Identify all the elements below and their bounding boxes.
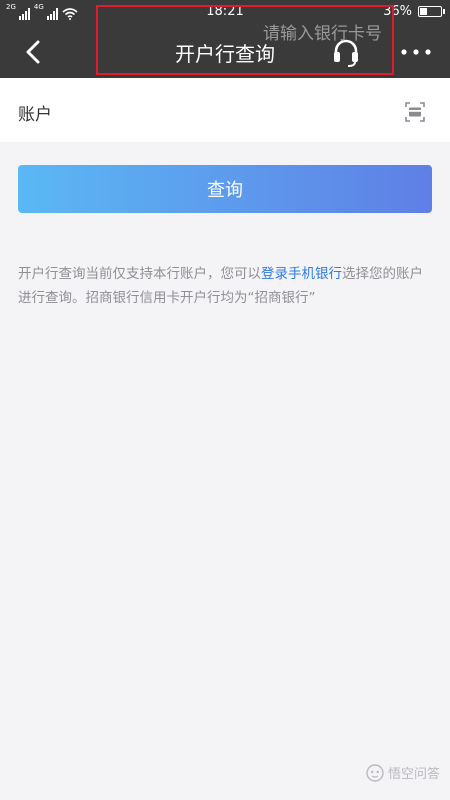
account-number-input[interactable] xyxy=(96,5,394,75)
query-button[interactable]: 查询 xyxy=(18,165,432,213)
login-mobile-banking-link[interactable]: 登录手机银行 xyxy=(261,266,342,282)
more-dots-icon[interactable] xyxy=(398,36,434,68)
note-text-before: 开户行查询当前仅支持本行账户，您可以 xyxy=(18,266,261,282)
battery-icon xyxy=(418,6,445,17)
wukong-logo-icon xyxy=(366,763,384,782)
watermark-text: 悟空问答 xyxy=(387,767,440,782)
info-note: 开户行查询当前仅支持本行账户，您可以登录手机银行选择您的账户进行查询。招商银行信… xyxy=(18,262,432,310)
account-row: 账户 xyxy=(0,78,450,142)
card-scan-icon[interactable] xyxy=(404,101,426,123)
watermark: 悟空问答 xyxy=(366,763,440,782)
account-label: 账户 xyxy=(18,105,52,125)
